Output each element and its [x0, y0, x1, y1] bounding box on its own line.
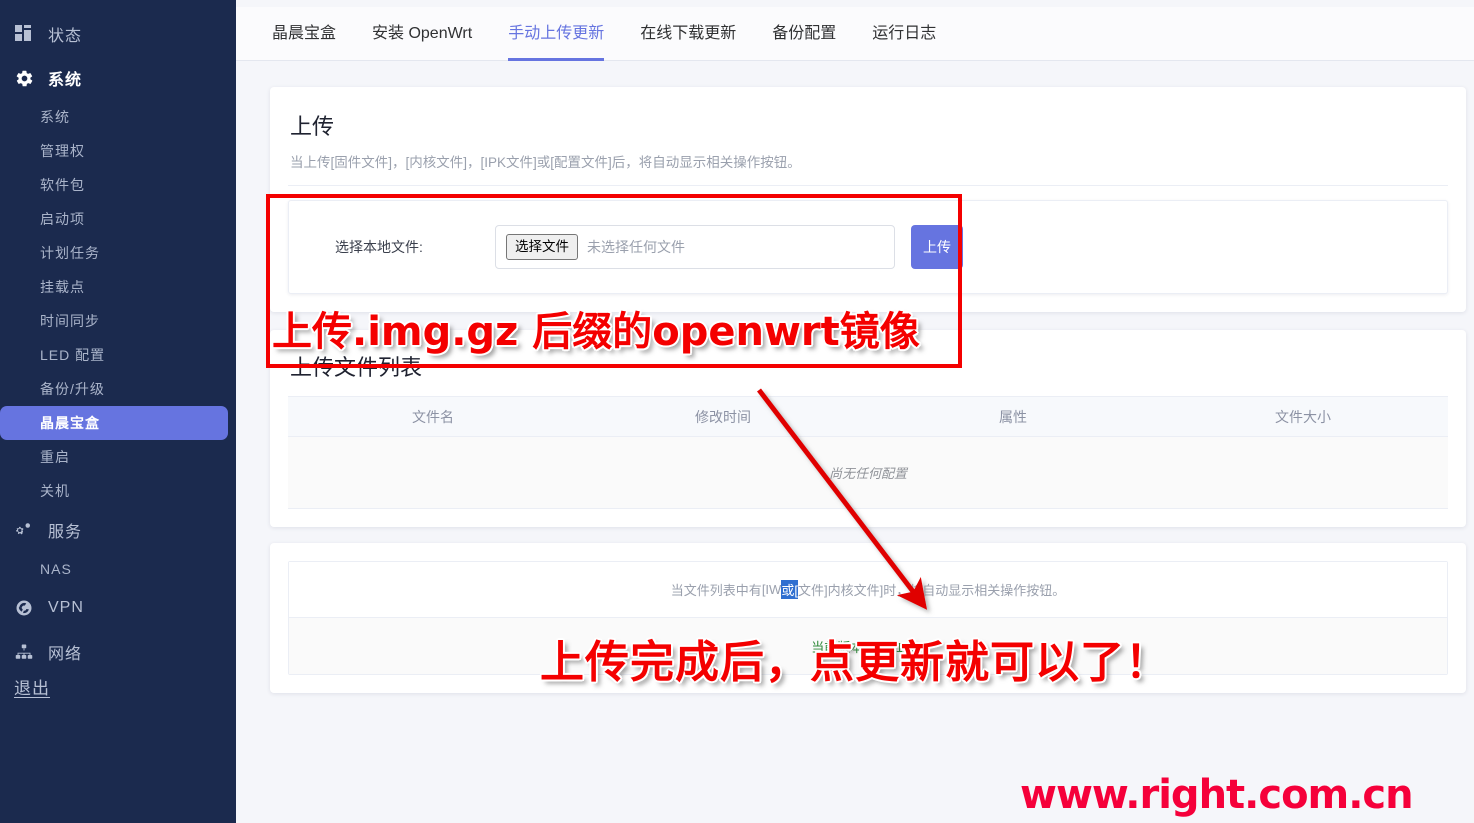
tab-online-download-update[interactable]: 在线下载更新 — [622, 7, 754, 61]
tab-manual-upload-update[interactable]: 手动上传更新 — [490, 7, 622, 61]
column-header-size: 文件大小 — [1158, 396, 1448, 437]
table-header-row: 文件名 修改时间 属性 文件大小 — [288, 396, 1448, 437]
main-content: 晶晨宝盒 安装 OpenWrt 手动上传更新 在线下载更新 备份配置 运行日志 … — [236, 7, 1474, 823]
tab-backup-config[interactable]: 备份配置 — [754, 7, 854, 61]
sidebar-item-label: VPN — [48, 599, 84, 616]
gear-icon — [14, 68, 34, 88]
bottom-info-panel: 当文件列表中有 [IW 或[ 文件] 内核文件] 时，将自动显示相关操作按钮。 … — [270, 543, 1466, 693]
tab-run-log[interactable]: 运行日志 — [854, 7, 954, 61]
sidebar-subitem-reboot[interactable]: 重启 — [0, 440, 228, 474]
bottom-note-part-2: 或[ — [781, 580, 798, 599]
tab-install-openwrt[interactable]: 安装 OpenWrt — [354, 7, 490, 61]
current-version-text: 当前版本 [ 5.4.126 ] — [811, 639, 925, 655]
empty-placeholder: 尚无任何配置 — [288, 436, 1448, 509]
bottom-note-row: 当文件列表中有 [IW 或[ 文件] 内核文件] 时，将自动显示相关操作按钮。 — [289, 562, 1447, 618]
sidebar-item-label: 网络 — [48, 646, 83, 663]
table-row: 尚无任何配置 — [288, 436, 1448, 509]
column-header-modified: 修改时间 — [578, 396, 868, 437]
bottom-note-mark-a: [IW — [761, 582, 782, 597]
upload-panel: 上传 当上传[固件文件]，[内核文件]，[IPK文件]或[配置文件]后，将自动显… — [270, 87, 1466, 312]
sidebar-item-label: 系统 — [48, 72, 83, 89]
dashboard-icon — [14, 24, 34, 44]
file-list-table: 文件名 修改时间 属性 文件大小 尚无任何配置 — [288, 396, 1448, 509]
column-header-filename: 文件名 — [288, 396, 578, 437]
sidebar-subitem-backup-upgrade[interactable]: 备份/升级 — [0, 372, 228, 406]
sidebar-subitem-crontab[interactable]: 计划任务 — [0, 236, 228, 270]
sidebar-subitem-software[interactable]: 软件包 — [0, 168, 228, 202]
tab-amlogic-box[interactable]: 晶晨宝盒 — [254, 7, 354, 61]
tab-bar: 晶晨宝盒 安装 OpenWrt 手动上传更新 在线下载更新 备份配置 运行日志 — [236, 7, 1474, 61]
network-icon — [14, 642, 34, 662]
local-file-label: 选择本地文件: — [335, 239, 423, 255]
sidebar-subitem-mount[interactable]: 挂载点 — [0, 270, 228, 304]
page-title: 上传 — [290, 114, 335, 139]
choose-file-button[interactable]: 选择文件 — [506, 234, 578, 260]
services-icon — [14, 520, 34, 540]
sidebar-subitem-startup[interactable]: 启动项 — [0, 202, 228, 236]
bottom-note-mark-b: 文件] — [797, 583, 828, 598]
bottom-info-card: 当文件列表中有 [IW 或[ 文件] 内核文件] 时，将自动显示相关操作按钮。 … — [288, 561, 1448, 675]
sidebar-subitem-time-sync[interactable]: 时间同步 — [0, 304, 228, 338]
sidebar-item-vpn[interactable]: VPN — [0, 586, 236, 630]
file-list-title: 上传文件列表 — [290, 355, 423, 380]
no-file-selected-text: 未选择任何文件 — [587, 239, 685, 255]
sidebar-subitem-led[interactable]: LED 配置 — [0, 338, 228, 372]
upload-form-card: 选择本地文件: 选择文件 未选择任何文件 上传 — [288, 200, 1448, 294]
sidebar-item-network[interactable]: 网络 — [0, 630, 236, 674]
file-list-panel: 上传文件列表 文件名 修改时间 属性 文件大小 尚无任何配置 — [270, 330, 1466, 527]
sidebar-subitem-nas[interactable]: NAS — [0, 552, 228, 586]
sidebar-item-services[interactable]: 服务 — [0, 508, 236, 552]
logout-link[interactable]: 退出 — [0, 679, 50, 698]
column-header-attribute: 属性 — [868, 396, 1158, 437]
sidebar-subitem-shutdown[interactable]: 关机 — [0, 474, 228, 508]
sidebar-subitem-amlogic-box[interactable]: 晶晨宝盒 — [0, 406, 228, 440]
sidebar-item-system[interactable]: 系统 — [0, 56, 236, 100]
bottom-note-part-1: 当文件列表中有 — [670, 583, 762, 598]
sidebar-subitem-admin[interactable]: 管理权 — [0, 134, 228, 168]
sidebar-item-status[interactable]: 状态 — [0, 12, 236, 56]
vpn-icon — [14, 598, 34, 618]
sidebar: 状态 系统 系统 管理权 软件包 启动项 计划任务 挂载点 时间同步 LED 配… — [0, 0, 236, 823]
bottom-note-part-3: 内核文件] — [827, 583, 884, 598]
file-input[interactable]: 选择文件 未选择任何文件 — [495, 225, 895, 269]
sidebar-subitem-system[interactable]: 系统 — [0, 100, 228, 134]
upload-form-row: 选择本地文件: 选择文件 未选择任何文件 上传 — [289, 201, 1447, 293]
current-version-row: 当前版本 [ 5.4.126 ] — [289, 618, 1447, 674]
upload-button[interactable]: 上传 — [911, 225, 963, 269]
sidebar-item-label: 服务 — [48, 524, 83, 541]
sidebar-item-label: 状态 — [48, 28, 83, 45]
bottom-note-part-4: 时，将自动显示相关操作按钮。 — [883, 583, 1066, 598]
upload-description: 当上传[固件文件]，[内核文件]，[IPK文件]或[配置文件]后，将自动显示相关… — [288, 151, 1448, 186]
